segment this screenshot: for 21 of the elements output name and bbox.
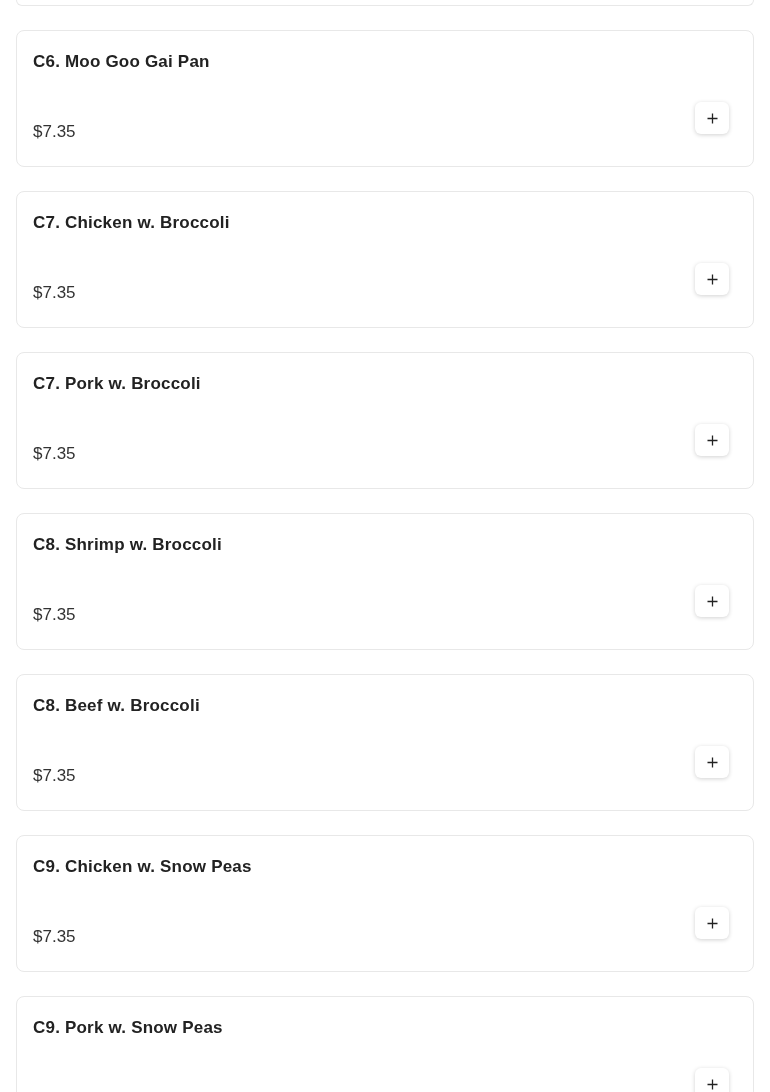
item-name: C9. Pork w. Snow Peas xyxy=(33,1017,224,1038)
item-name: C9. Chicken w. Snow Peas xyxy=(33,856,253,877)
item-name: C7. Pork w. Broccoli xyxy=(33,373,202,394)
plus-icon xyxy=(706,273,718,285)
plus-icon xyxy=(706,112,718,124)
item-price: $7.35 xyxy=(33,766,76,786)
add-button[interactable] xyxy=(695,1068,729,1092)
item-price: $7.35 xyxy=(33,122,76,142)
item-price: $7.35 xyxy=(33,605,76,625)
item-price: $7.35 xyxy=(33,927,76,947)
item-price: $7.35 xyxy=(33,444,76,464)
plus-icon xyxy=(706,434,718,446)
item-name: C6. Moo Goo Gai Pan xyxy=(33,51,211,72)
item-name: C8. Beef w. Broccoli xyxy=(33,695,201,716)
item-price: $7.35 xyxy=(33,283,76,303)
plus-icon xyxy=(706,917,718,929)
item-name: C8. Shrimp w. Broccoli xyxy=(33,534,223,555)
plus-icon xyxy=(706,756,718,768)
item-name: C7. Chicken w. Broccoli xyxy=(33,212,231,233)
plus-icon xyxy=(706,1078,718,1090)
plus-icon xyxy=(706,595,718,607)
